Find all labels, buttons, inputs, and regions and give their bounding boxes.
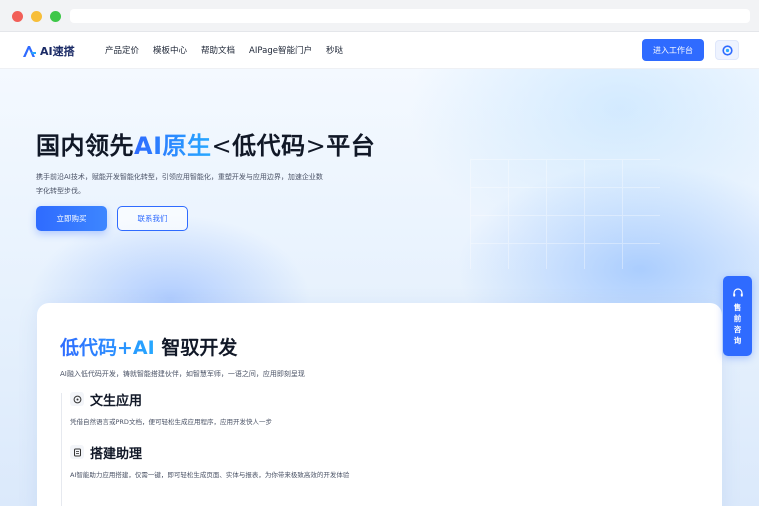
enter-workspace-button[interactable]: 进入工作台 [642, 39, 704, 61]
card-title-accent: 低代码+AI [60, 337, 155, 359]
site-logo[interactable]: AI速搭 [22, 43, 75, 59]
hero-title-open-bracket: < [211, 132, 233, 160]
feature-description: 凭借自然语言或PRD文档，便可轻松生成应用程序，应用开发快人一步 [70, 418, 272, 426]
window-titlebar [0, 0, 759, 32]
feature-text-to-app[interactable]: 文生应用 凭借自然语言或PRD文档，便可轻松生成应用程序，应用开发快人一步 [70, 388, 370, 429]
address-bar[interactable] [70, 9, 750, 23]
build-assistant-icon [70, 445, 84, 459]
hero-section: 国内领先AI原生<低代码>平台 携手前沿AI技术，赋能开发智能化转型，引领应用智… [0, 69, 759, 506]
card-subtitle: AI融入低代码开发，铸就智能搭建伙伴，如智慧军师，一语之间，应用即刻呈现 [60, 370, 305, 378]
minimize-window-button[interactable] [31, 11, 42, 22]
nav-templates[interactable]: 模板中心 [153, 44, 187, 56]
feature-build-assistant[interactable]: 搭建助理 AI智能助力应用搭建，仅需一键，即可轻松生成页面、实体与报表，为你带来… [70, 441, 370, 482]
nav-help-docs[interactable]: 帮助文档 [201, 44, 235, 56]
nav-pricing[interactable]: 产品定价 [105, 44, 139, 56]
close-window-button[interactable] [12, 11, 23, 22]
presale-consult-button[interactable]: 售前咨询 [723, 276, 752, 356]
hero-title: 国内领先AI原生<低代码>平台 [36, 126, 375, 161]
text-to-app-icon [70, 392, 84, 406]
hero-title-close-bracket: > [305, 132, 327, 160]
feature-title: 搭建助理 [90, 446, 143, 462]
feature-title: 文生应用 [90, 393, 143, 409]
avatar-icon [721, 44, 733, 56]
logo-mark-icon [23, 45, 36, 57]
feature-card: 低代码+AI 智驭开发 AI融入低代码开发，铸就智能搭建伙伴，如智慧军师，一语之… [37, 303, 722, 506]
presale-label: 售前咨询 [733, 303, 742, 345]
logo-text: AI速搭 [40, 45, 75, 58]
hero-title-accent: AI原生 [134, 132, 212, 160]
hero-title-mid: 低代码 [232, 132, 306, 160]
maximize-window-button[interactable] [50, 11, 61, 22]
hero-title-post: 平台 [326, 132, 376, 160]
hero-description: 携手前沿AI技术，赋能开发智能化转型，引领应用智能化，重塑开发与应用边界，加速企… [36, 173, 323, 195]
user-menu-button[interactable] [715, 40, 739, 60]
nav-aipage-portal[interactable]: AIPage智能门户 [249, 44, 312, 56]
nav-miaoda[interactable]: 秒哒 [326, 44, 343, 56]
hero-grid-decoration [470, 159, 660, 269]
main-nav: 产品定价 模板中心 帮助文档 AIPage智能门户 秒哒 [105, 44, 343, 56]
feature-divider [61, 393, 62, 506]
site-header: AI速搭 产品定价 模板中心 帮助文档 AIPage智能门户 秒哒 进入工作台 [0, 32, 759, 69]
headset-icon [732, 288, 743, 297]
card-title-post: 智驭开发 [154, 337, 238, 359]
hero-title-pre: 国内领先 [36, 132, 134, 160]
contact-us-button[interactable]: 联系我们 [117, 206, 188, 231]
card-title: 低代码+AI 智驭开发 [60, 333, 237, 360]
buy-now-button[interactable]: 立即购买 [36, 206, 107, 231]
feature-description: AI智能助力应用搭建，仅需一键，即可轻松生成页面、实体与报表，为你带来极致高效的… [70, 471, 350, 479]
